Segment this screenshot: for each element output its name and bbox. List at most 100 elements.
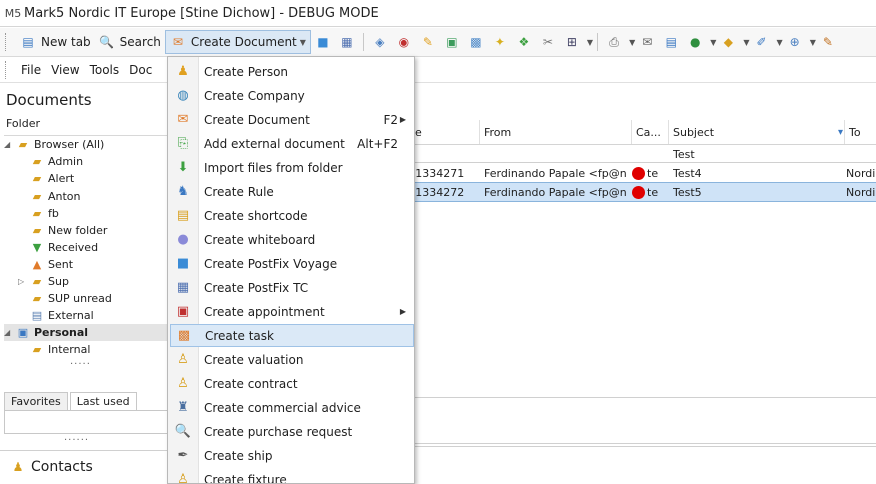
column-category[interactable]: Ca...: [631, 120, 668, 144]
cell-category: te: [632, 183, 658, 201]
voyage-icon[interactable]: ■: [315, 34, 331, 50]
create-document-dropdown[interactable]: ✉ Create Document ▼: [165, 30, 311, 54]
menu-item-create-rule[interactable]: ♞ Create Rule: [170, 180, 412, 203]
column-subject[interactable]: Subject ▾: [668, 120, 843, 144]
chevron-down-icon[interactable]: ▼: [810, 38, 816, 47]
menu-item-create-purchase-request[interactable]: 🔍 Create purchase request: [170, 420, 412, 443]
folder-icon: ▰: [30, 172, 44, 186]
title-bar: M5 Mark5 Nordic IT Europe [Stine Dichow]…: [0, 0, 876, 27]
printer-icon[interactable]: ⎙: [606, 34, 622, 50]
column-to[interactable]: To: [844, 120, 876, 144]
expand-icon[interactable]: ◢: [4, 140, 14, 149]
search-button[interactable]: 🔍 Search: [95, 30, 165, 54]
filter-icon[interactable]: ▾: [838, 127, 843, 138]
picture-icon[interactable]: ▩: [468, 34, 484, 50]
menu-item-create-document[interactable]: ✉ Create Document F2 ▶: [170, 108, 412, 131]
chevron-down-icon[interactable]: ▼: [710, 38, 716, 47]
new-tab-button[interactable]: ▤ New tab: [16, 30, 95, 54]
chevron-down-icon[interactable]: ▼: [777, 38, 783, 47]
column-subject-label: Subject: [673, 126, 714, 139]
users-icon[interactable]: ❖: [516, 34, 532, 50]
tree-item-admin[interactable]: ▰ Admin: [30, 153, 83, 170]
menu-item-create-postfix-tc[interactable]: ▦ Create PostFix TC: [170, 276, 412, 299]
tree-item-browser-all[interactable]: ◢ ▰ Browser (All): [4, 136, 104, 153]
folder-column-header[interactable]: Folder: [4, 117, 170, 136]
tree-item-personal[interactable]: ◢ ▣ Personal: [4, 324, 170, 341]
color-icon[interactable]: ●: [687, 34, 703, 50]
edit-icon[interactable]: ✎: [820, 34, 836, 50]
menu-item-create-contract[interactable]: ♙ Create contract: [170, 372, 412, 395]
tree-item-internal[interactable]: ▰ Internal: [30, 341, 90, 358]
red-flag-icon: [632, 167, 645, 180]
pin-icon[interactable]: ✐: [754, 34, 770, 50]
menu-item-create-commercial-advice[interactable]: ♜ Create commercial advice: [170, 396, 412, 419]
menubar-grip[interactable]: [5, 61, 10, 79]
image-icon[interactable]: ▣: [444, 34, 460, 50]
tree-item-anton[interactable]: ▰ Anton: [30, 188, 81, 205]
wand-icon[interactable]: ✦: [492, 34, 508, 50]
tab-last-used[interactable]: Last used: [70, 392, 137, 410]
contacts-label: Contacts: [31, 459, 93, 475]
tree-item-received[interactable]: ▼ Received: [30, 239, 98, 256]
splitter-grip[interactable]: ·····: [70, 359, 91, 370]
chevron-down-icon[interactable]: ▼: [629, 38, 635, 47]
menu-bar: File View Tools Doc: [0, 58, 876, 83]
zoom-icon[interactable]: ⊕: [787, 34, 803, 50]
toolbar-grip[interactable]: [5, 33, 10, 51]
menu-shortcut: F2: [383, 113, 398, 127]
menu-tools[interactable]: Tools: [85, 63, 125, 77]
expand-icon[interactable]: ▷: [18, 277, 28, 286]
menu-item-create-whiteboard[interactable]: ● Create whiteboard: [170, 228, 412, 251]
app-logo-icon: M5: [2, 3, 24, 23]
cube-icon[interactable]: ◈: [372, 34, 388, 50]
subject-filter[interactable]: Test: [673, 145, 695, 163]
column-id[interactable]: e: [411, 120, 477, 144]
tree-item-fb[interactable]: ▰ fb: [30, 205, 59, 222]
menu-documents[interactable]: Doc: [124, 63, 157, 77]
tag-icon[interactable]: ◆: [720, 34, 736, 50]
menu-item-create-person[interactable]: ♟ Create Person: [170, 60, 412, 83]
splitter-grip[interactable]: ······: [64, 435, 89, 446]
menu-item-label: Create task: [205, 329, 274, 343]
hierarchy-icon[interactable]: ⊞: [564, 34, 580, 50]
person-icon: ♟: [170, 64, 196, 79]
tree-item-label: External: [48, 309, 94, 322]
chevron-down-icon[interactable]: ▼: [743, 38, 749, 47]
menu-item-create-shortcode[interactable]: ▤ Create shortcode: [170, 204, 412, 227]
menu-item-create-postfix-voyage[interactable]: ■ Create PostFix Voyage: [170, 252, 412, 275]
contacts-section[interactable]: ♟ Contacts: [0, 450, 170, 483]
tree-item-label: New folder: [48, 224, 107, 237]
menu-view[interactable]: View: [46, 63, 84, 77]
task-icon: ▩: [171, 328, 197, 343]
chevron-down-icon[interactable]: ▼: [587, 38, 593, 47]
tree-item-label: Personal: [34, 326, 88, 339]
document-icon[interactable]: ▤: [663, 34, 679, 50]
tree-item-external[interactable]: ▤ External: [30, 307, 94, 324]
menu-item-create-valuation[interactable]: ♙ Create valuation: [170, 348, 412, 371]
menu-item-create-appointment[interactable]: ▣ Create appointment ▶: [170, 300, 412, 323]
expand-icon[interactable]: ◢: [4, 328, 14, 337]
menu-item-add-external-document[interactable]: ⎘ Add external document Alt+F2: [170, 132, 412, 155]
globe-icon[interactable]: ◉: [396, 34, 412, 50]
tree-item-sup[interactable]: ▷ ▰ Sup: [18, 273, 69, 290]
tab-favorites[interactable]: Favorites: [4, 392, 68, 410]
link-icon[interactable]: ✎: [420, 34, 436, 50]
tree-item-alert[interactable]: ▰ Alert: [30, 170, 74, 187]
menu-item-create-company[interactable]: ◍ Create Company: [170, 84, 412, 107]
menu-item-label: Import files from folder: [204, 161, 343, 175]
tree-item-sup-unread[interactable]: ▰ SUP unread: [30, 290, 112, 307]
window-title: Mark5 Nordic IT Europe [Stine Dichow] - …: [24, 6, 379, 21]
category-label: te: [647, 167, 658, 180]
column-from[interactable]: From: [479, 120, 626, 144]
menu-item-import-files[interactable]: ⬇ Import files from folder: [170, 156, 412, 179]
toolbar: ▤ New tab 🔍 Search ✉ Create Document ▼ ■…: [0, 28, 876, 57]
tree-item-sent[interactable]: ▲ Sent: [30, 256, 73, 273]
tree-item-label: Sent: [48, 258, 73, 271]
menu-file[interactable]: File: [16, 63, 46, 77]
tree-item-new-folder[interactable]: ▰ New folder: [30, 222, 107, 239]
tools-icon[interactable]: ✂: [540, 34, 556, 50]
tc-icon[interactable]: ▦: [339, 34, 355, 50]
menu-item-create-ship[interactable]: ✒ Create ship: [170, 444, 412, 467]
mail-icon[interactable]: ✉: [639, 34, 655, 50]
menu-item-create-task[interactable]: ▩ Create task: [170, 324, 414, 347]
